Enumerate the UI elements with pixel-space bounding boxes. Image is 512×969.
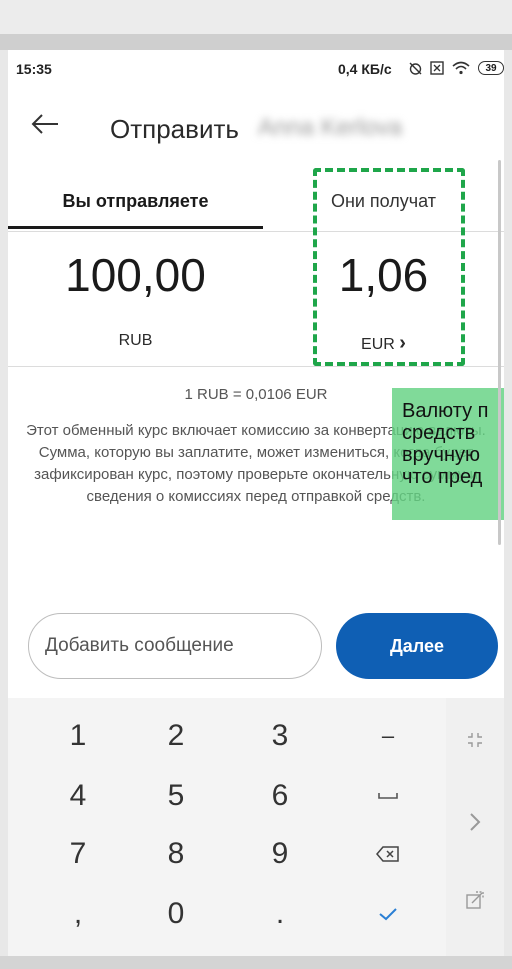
- send-amount[interactable]: 100,00: [8, 248, 263, 302]
- page-title: Отправить: [110, 114, 239, 144]
- phone-screen: 15:35 0,4 КБ/с 39 Отправить Anna Kerlova…: [8, 50, 504, 956]
- chevron-right-icon: ›: [399, 332, 406, 354]
- space-icon: [378, 793, 398, 799]
- header: Отправить Anna Kerlova: [8, 90, 504, 170]
- tooltip-line: что пред: [402, 466, 483, 488]
- key-8[interactable]: 8: [136, 826, 216, 882]
- key-6[interactable]: 6: [240, 768, 320, 824]
- active-tab-indicator: [8, 226, 263, 229]
- key-9[interactable]: 9: [240, 826, 320, 882]
- receive-currency: EUR: [361, 336, 395, 353]
- receive-amount[interactable]: 1,06: [263, 248, 504, 302]
- key-comma[interactable]: ,: [38, 886, 118, 942]
- key-7[interactable]: 7: [38, 826, 118, 882]
- external-link-icon: [466, 891, 484, 909]
- tab-they-receive[interactable]: Они получат: [263, 170, 504, 232]
- key-5[interactable]: 5: [136, 768, 216, 824]
- key-space[interactable]: [348, 768, 428, 824]
- amount-tabs: Вы отправляете Они получат: [8, 170, 504, 232]
- key-4[interactable]: 4: [38, 768, 118, 824]
- message-field[interactable]: [28, 613, 322, 679]
- tooltip-line: средств: [402, 422, 476, 444]
- collapse-keyboard-button[interactable]: [446, 712, 504, 768]
- key-3[interactable]: 3: [240, 708, 320, 764]
- next-field-button[interactable]: [446, 794, 504, 850]
- sim-icon: [428, 59, 446, 77]
- next-button[interactable]: Далее: [336, 613, 498, 679]
- recipient-name: Anna Kerlova: [258, 114, 403, 141]
- tooltip-line: Валюту п: [402, 400, 489, 422]
- status-bar: 15:35 0,4 КБ/с 39: [8, 50, 504, 90]
- floating-keyboard-button[interactable]: [446, 872, 504, 928]
- key-done[interactable]: [348, 886, 428, 942]
- tab-you-send[interactable]: Вы отправляете: [8, 170, 263, 232]
- frame-bottom: [0, 956, 512, 969]
- key-0[interactable]: 0: [136, 886, 216, 942]
- key-dot[interactable]: .: [240, 886, 320, 942]
- status-time: 15:35: [16, 61, 52, 77]
- chevron-right-icon: [470, 813, 481, 831]
- collapse-icon: [468, 733, 482, 747]
- network-speed: 0,4 КБ/с: [338, 61, 392, 77]
- scrollbar[interactable]: [498, 160, 501, 545]
- receive-currency-selector[interactable]: EUR ›: [263, 332, 504, 355]
- key-backspace[interactable]: [348, 826, 428, 882]
- key-minus[interactable]: –: [348, 708, 428, 764]
- divider: [8, 366, 504, 367]
- message-input[interactable]: [45, 635, 321, 657]
- frame-band: [0, 34, 512, 50]
- wifi-icon: [451, 59, 471, 77]
- tooltip-line: вручную: [402, 444, 480, 466]
- backspace-icon: [376, 846, 399, 862]
- key-2[interactable]: 2: [136, 708, 216, 764]
- key-1[interactable]: 1: [38, 708, 118, 764]
- back-arrow-icon[interactable]: [30, 112, 66, 142]
- send-currency: RUB: [118, 332, 153, 349]
- tooltip-annotation: Валюту п средств вручную что пред: [392, 388, 504, 520]
- battery-icon: 39: [478, 61, 504, 75]
- checkmark-icon: [379, 908, 397, 921]
- alarm-off-icon: [406, 59, 424, 77]
- frame-top: [0, 0, 512, 34]
